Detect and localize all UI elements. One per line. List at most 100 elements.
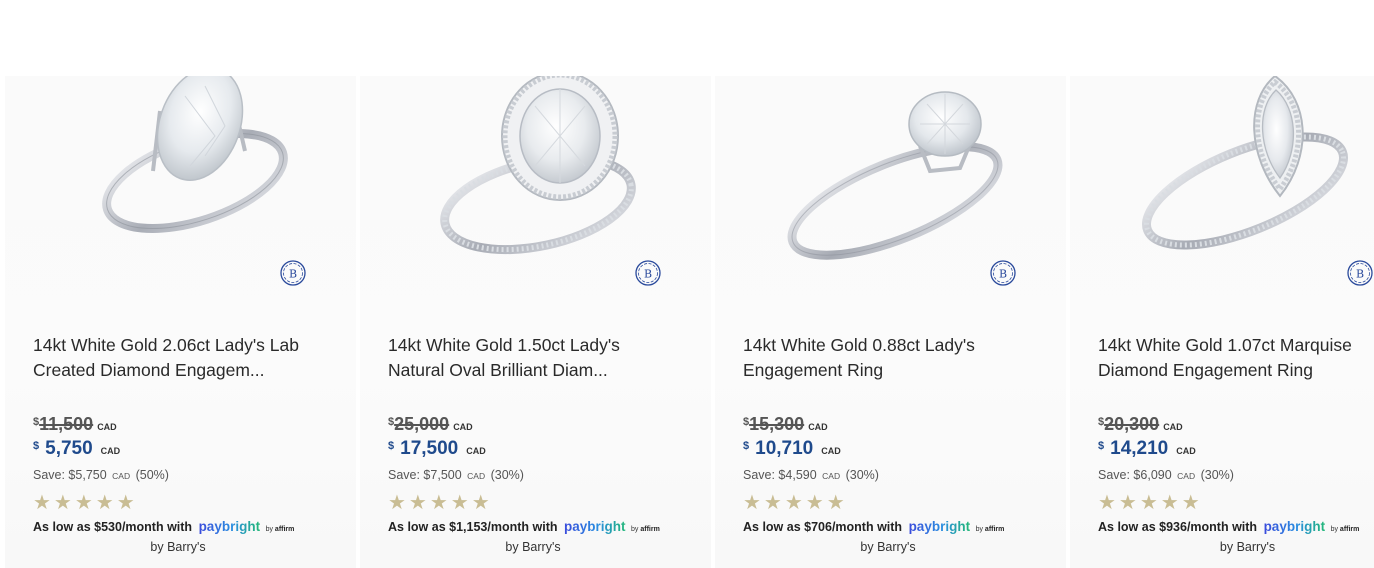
financing-text: As low as $706/month with	[743, 520, 903, 534]
product-title-line: Natural Oval Brilliant Diam...	[388, 360, 608, 380]
currency-code: CAD	[97, 422, 117, 432]
sale-price-value: 5,750	[45, 438, 93, 459]
savings-percent: (50%)	[135, 468, 169, 482]
financing-text: As low as $936/month with	[1098, 520, 1258, 534]
original-price-value: 20,300	[1104, 414, 1160, 434]
currency-symbol: $	[388, 416, 395, 428]
savings-text: Save: $4,590 CAD (30%)	[743, 468, 879, 482]
product-card[interactable]: B 14kt White Gold 1.50ct Lady's Natural …	[355, 0, 711, 568]
product-image[interactable]: B	[1070, 76, 1374, 300]
seller-name: by Barry's	[150, 540, 206, 554]
original-price: $11,500 CAD	[33, 414, 117, 435]
currency-symbol: $	[743, 440, 750, 452]
currency-code: CAD	[453, 422, 473, 432]
currency-code: CAD	[808, 422, 828, 432]
paybright-logo: paybright	[563, 519, 626, 534]
paybright-logo: paybright	[908, 519, 971, 534]
sale-price-value: 10,710	[755, 438, 814, 459]
product-grid: B 14kt White Gold 2.06ct Lady's Lab Crea…	[0, 0, 1374, 568]
seller-name: by Barry's	[860, 540, 916, 554]
star-rating[interactable]: ★★★★★	[743, 492, 848, 514]
financing-text: As low as $530/month with	[33, 520, 193, 534]
barrys-logo-icon: B	[280, 260, 306, 286]
product-title-line: Diamond Engagement Ring	[1098, 360, 1313, 380]
affirm-logo: by affirm	[265, 526, 295, 533]
product-title[interactable]: 14kt White Gold 1.50ct Lady's Natural Ov…	[388, 333, 688, 383]
savings-amount: Save: $4,590	[743, 468, 817, 482]
barrys-logo-icon: B	[635, 260, 661, 286]
currency-code: CAD	[100, 446, 121, 456]
svg-text:B: B	[1356, 268, 1364, 281]
product-title-line: 14kt White Gold 0.88ct Lady's	[743, 335, 975, 355]
financing-offer[interactable]: As low as $530/month with paybright by a…	[33, 519, 294, 534]
financing-text: As low as $1,153/month with	[388, 520, 558, 534]
product-title[interactable]: 14kt White Gold 2.06ct Lady's Lab Create…	[33, 333, 333, 383]
product-image[interactable]: B	[5, 76, 356, 300]
product-card[interactable]: B 14kt White Gold 2.06ct Lady's Lab Crea…	[0, 0, 356, 568]
financing-offer[interactable]: As low as $936/month with paybright by a…	[1098, 519, 1359, 534]
sale-price: $10,710 CAD	[743, 438, 841, 460]
seller-name: by Barry's	[1219, 540, 1276, 554]
barrys-logo-icon: B	[990, 260, 1016, 286]
savings-amount: Save: $7,500	[388, 468, 462, 482]
product-title-line: Created Diamond Engagem...	[33, 360, 265, 380]
currency-code: CAD	[822, 471, 841, 481]
product-card[interactable]: B 14kt White Gold 0.88ct Lady's Engageme…	[710, 0, 1066, 568]
affirm-logo: by affirm	[1330, 526, 1360, 533]
currency-code: CAD	[1163, 422, 1183, 432]
original-price: $25,000 CAD	[388, 414, 473, 435]
currency-code: CAD	[112, 471, 131, 481]
product-title-line: 14kt White Gold 1.07ct Marquise	[1098, 335, 1352, 355]
marquise-halo-ring-image	[1141, 76, 1349, 250]
currency-code: CAD	[467, 471, 486, 481]
currency-symbol: $	[1098, 440, 1105, 452]
currency-code: CAD	[821, 446, 841, 456]
currency-symbol: $	[388, 440, 395, 452]
svg-text:B: B	[999, 268, 1007, 281]
currency-symbol: $	[1098, 416, 1105, 428]
star-rating[interactable]: ★★★★★	[33, 492, 138, 514]
paybright-logo: paybright	[1263, 519, 1326, 534]
product-title-line: 14kt White Gold 1.50ct Lady's	[388, 335, 620, 355]
star-rating[interactable]: ★★★★★	[1098, 492, 1203, 514]
savings-percent: (30%)	[490, 468, 524, 482]
affirm-logo: by affirm	[630, 526, 660, 533]
original-price-value: 15,300	[749, 414, 805, 434]
product-title-line: 14kt White Gold 2.06ct Lady's Lab	[33, 335, 299, 355]
seller-name: by Barry's	[505, 540, 561, 554]
savings-text: Save: $5,750 CAD (50%)	[33, 468, 169, 482]
product-title[interactable]: 14kt White Gold 1.07ct Marquise Diamond …	[1098, 333, 1373, 383]
sale-price-value: 17,500	[400, 438, 459, 459]
original-price-value: 25,000	[394, 414, 450, 434]
svg-text:B: B	[644, 268, 652, 281]
sale-price: $17,500 CAD	[388, 438, 486, 460]
savings-text: Save: $7,500 CAD (30%)	[388, 468, 524, 482]
affirm-logo: by affirm	[975, 526, 1005, 533]
currency-code: CAD	[1176, 446, 1196, 456]
sale-price-value: 14,210	[1110, 438, 1169, 459]
currency-code: CAD	[466, 446, 486, 456]
product-card[interactable]: B 14kt White Gold 1.07ct Marquise Diamon…	[1065, 0, 1374, 568]
original-price: $15,300 CAD	[743, 414, 828, 435]
original-price: $20,300 CAD	[1098, 414, 1183, 435]
currency-symbol: $	[33, 440, 40, 452]
currency-code: CAD	[1177, 471, 1196, 481]
savings-percent: (30%)	[1200, 468, 1234, 482]
barrys-logo-icon: B	[1347, 260, 1373, 286]
savings-percent: (30%)	[845, 468, 879, 482]
financing-offer[interactable]: As low as $1,153/month with paybright by…	[388, 519, 660, 534]
currency-symbol: $	[33, 416, 40, 428]
sale-price: $14,210 CAD	[1098, 438, 1196, 460]
sale-price: $5,750 CAD	[33, 438, 120, 460]
savings-text: Save: $6,090 CAD (30%)	[1098, 468, 1234, 482]
star-rating[interactable]: ★★★★★	[388, 492, 493, 514]
paybright-logo: paybright	[198, 519, 261, 534]
product-image[interactable]: B	[360, 76, 711, 300]
savings-amount: Save: $6,090	[1098, 468, 1172, 482]
product-image[interactable]: B	[715, 76, 1066, 300]
financing-offer[interactable]: As low as $706/month with paybright by a…	[743, 519, 1004, 534]
svg-text:B: B	[289, 268, 297, 281]
product-title[interactable]: 14kt White Gold 0.88ct Lady's Engagement…	[743, 333, 1043, 383]
product-title-line: Engagement Ring	[743, 360, 884, 380]
currency-symbol: $	[743, 416, 750, 428]
